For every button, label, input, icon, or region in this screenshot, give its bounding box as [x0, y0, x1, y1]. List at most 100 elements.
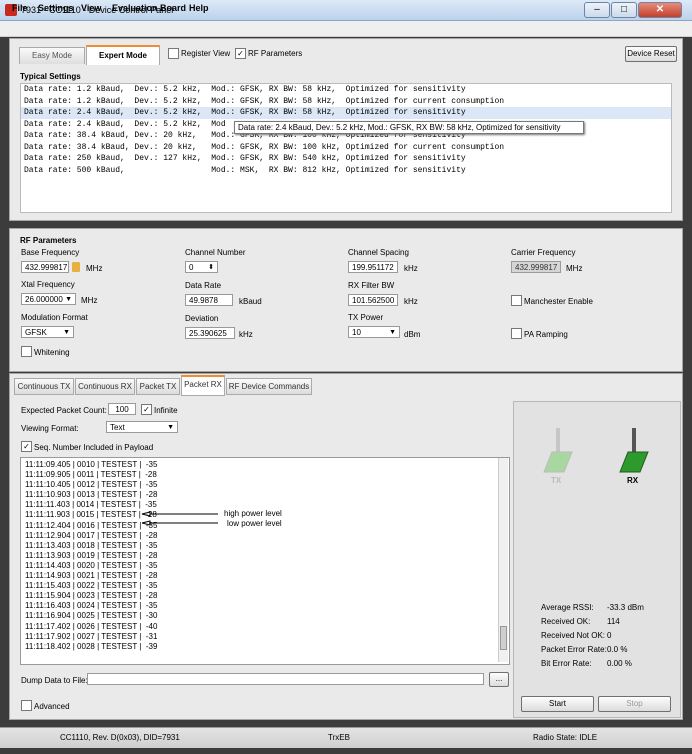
tx-power-label: TX Power: [348, 313, 384, 322]
stop-button[interactable]: Stop: [598, 696, 671, 712]
scrollbar-thumb[interactable]: [500, 626, 507, 650]
rx-filter-bw-label: RX Filter BW: [348, 281, 395, 290]
menu-view[interactable]: View: [81, 3, 101, 13]
tx-power-value: 10: [352, 328, 361, 337]
rx-label: RX: [627, 476, 639, 485]
device-reset-button[interactable]: Device Reset: [625, 46, 677, 62]
base-frequency-label: Base Frequency: [21, 248, 80, 257]
modulation-format-select[interactable]: GFSK ▼: [21, 326, 74, 338]
log-line: 11:11:18.402 | 0028 | TESTEST | -39: [25, 641, 158, 651]
start-button[interactable]: Start: [521, 696, 594, 712]
data-rate-unit: kBaud: [239, 297, 262, 306]
status-radio-state: Radio State: IDLE: [533, 733, 598, 742]
log-line: 11:11:17.402 | 0026 | TESTEST | -40: [25, 621, 158, 631]
close-button[interactable]: ✕: [638, 2, 682, 18]
log-line: 11:11:13.403 | 0018 | TESTEST | -35: [25, 540, 158, 550]
manchester-enable-label: Manchester Enable: [524, 297, 593, 306]
tab-rf-device-commands[interactable]: RF Device Commands: [226, 378, 312, 395]
chevron-down-icon: ▼: [167, 424, 174, 431]
setting-row[interactable]: Data rate: 250 kBaud, Dev.: 127 kHz, Mod…: [21, 153, 671, 165]
xtal-frequency-unit: MHz: [81, 296, 98, 305]
tab-expert-mode[interactable]: Expert Mode: [86, 45, 160, 65]
whitening-checkbox[interactable]: [21, 346, 32, 357]
log-line: 11:11:15.904 | 0023 | TESTEST | -28: [25, 591, 158, 601]
typical-settings-list[interactable]: Data rate: 1.2 kBaud, Dev.: 5.2 kHz, Mod…: [20, 83, 672, 213]
infinite-label: Infinite: [154, 406, 178, 415]
tx-antenna-icon: [543, 428, 573, 473]
carrier-frequency-unit: MHz: [566, 264, 583, 273]
channel-spacing-unit: kHz: [404, 264, 418, 273]
data-rate-input[interactable]: 49.9878: [185, 294, 233, 306]
tab-continuous-tx[interactable]: Continuous TX: [14, 378, 74, 395]
channel-spacing-input[interactable]: 199.951172: [348, 261, 398, 273]
setting-row[interactable]: Data rate: 38.4 kBaud, Dev.: 20 kHz, Mod…: [21, 142, 671, 154]
setting-row[interactable]: Data rate: 1.2 kBaud, Dev.: 5.2 kHz, Mod…: [21, 96, 671, 108]
data-rate-label: Data Rate: [185, 281, 222, 290]
browse-button[interactable]: ...: [489, 672, 509, 687]
channel-number-spinner[interactable]: 0 ⬍: [185, 261, 218, 273]
viewing-format-label: Viewing Format:: [21, 424, 79, 433]
tx-power-select[interactable]: 10 ▼: [348, 326, 400, 338]
log-line: 11:11:14.403 | 0020 | TESTEST | -35: [25, 560, 158, 570]
typical-settings-title: Typical Settings: [20, 72, 81, 81]
bit-error-rate-value: 0.00 %: [607, 659, 632, 668]
menu-help[interactable]: Help: [189, 3, 209, 13]
manchester-enable-checkbox[interactable]: [511, 295, 522, 306]
menu-settings[interactable]: Settings: [38, 3, 74, 13]
received-ok-value: 114: [607, 617, 620, 626]
channel-number-value: 0: [189, 263, 194, 272]
base-frequency-input[interactable]: 432.999817: [21, 261, 69, 273]
setting-row[interactable]: Data rate: 500 kBaud, Mod.: MSK, RX BW: …: [21, 165, 671, 177]
tx-label: TX: [551, 476, 562, 485]
received-not-ok-label: Received Not OK:: [541, 631, 606, 640]
log-line: 11:11:17.902 | 0027 | TESTEST | -31: [25, 631, 158, 641]
tab-continuous-rx[interactable]: Continuous RX: [75, 378, 135, 395]
pa-ramping-label: PA Ramping: [524, 330, 568, 339]
minimize-button[interactable]: –: [584, 2, 610, 18]
setting-row-selected[interactable]: Data rate: 2.4 kBaud, Dev.: 5.2 kHz, Mod…: [21, 107, 671, 119]
advanced-checkbox[interactable]: [21, 700, 32, 711]
modulation-format-label: Modulation Format: [21, 313, 88, 322]
rf-parameters-checkbox[interactable]: ✓: [235, 48, 246, 59]
spinner-arrows-icon[interactable]: ⬍: [208, 262, 214, 274]
viewing-format-select[interactable]: Text ▼: [106, 421, 178, 433]
tab-packet-rx[interactable]: Packet RX: [181, 375, 225, 396]
received-not-ok-value: 0: [607, 631, 612, 640]
avg-rssi-label: Average RSSI:: [541, 603, 594, 612]
annotation-low-power: low power level: [227, 519, 282, 528]
packet-log[interactable]: 11:11:09.405 | 0010 | TESTEST | -35 11:1…: [20, 457, 510, 665]
viewing-format-value: Text: [110, 423, 125, 432]
log-line: 11:11:14.903 | 0021 | TESTEST | -28: [25, 571, 158, 581]
deviation-unit: kHz: [239, 330, 253, 339]
menu-bar: [0, 21, 692, 37]
expected-packet-count-input[interactable]: 100: [108, 403, 136, 415]
received-ok-label: Received OK:: [541, 617, 591, 626]
channel-number-label: Channel Number: [185, 248, 246, 257]
tx-power-unit: dBm: [404, 330, 421, 339]
setting-row[interactable]: Data rate: 1.2 kBaud, Dev.: 5.2 kHz, Mod…: [21, 84, 671, 96]
seq-number-checkbox[interactable]: ✓: [21, 441, 32, 452]
deviation-input[interactable]: 25.390625: [185, 327, 235, 339]
maximize-button[interactable]: □: [611, 2, 637, 18]
log-scrollbar[interactable]: [498, 458, 508, 662]
carrier-frequency-label: Carrier Frequency: [511, 248, 576, 257]
rx-filter-bw-input[interactable]: 101.562500: [348, 294, 398, 306]
menu-evaluation-board[interactable]: Evaluation Board: [112, 3, 186, 13]
log-line: 11:11:09.905 | 0011 | TESTEST | -28: [25, 470, 157, 480]
pa-ramping-checkbox[interactable]: [511, 328, 522, 339]
xtal-frequency-value: 26.000000: [25, 295, 63, 304]
xtal-frequency-select[interactable]: 26.000000 ▼: [21, 293, 76, 305]
tab-easy-mode[interactable]: Easy Mode: [19, 47, 85, 64]
log-line: 11:11:10.903 | 0013 | TESTEST | -28: [25, 490, 158, 500]
chevron-down-icon: ▼: [63, 329, 70, 336]
seq-number-label: Seq. Number Included in Payload: [34, 443, 154, 452]
lock-icon[interactable]: [72, 262, 80, 272]
rf-parameters-label: RF Parameters: [248, 49, 303, 58]
menu-file[interactable]: File: [12, 3, 28, 13]
rf-parameters-title: RF Parameters: [20, 236, 77, 245]
annotation-arrows: [141, 511, 218, 526]
tab-packet-tx[interactable]: Packet TX: [136, 378, 180, 395]
infinite-checkbox[interactable]: ✓: [141, 404, 152, 415]
dump-data-input[interactable]: [87, 673, 484, 685]
register-view-checkbox[interactable]: [168, 48, 179, 59]
